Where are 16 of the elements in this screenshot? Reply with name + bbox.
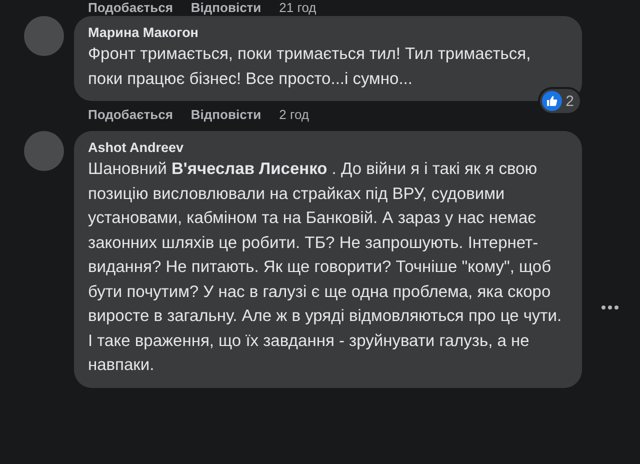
action-link[interactable]: Подобається [88,0,173,14]
timestamp: 2 год [279,106,309,122]
more-options-icon[interactable] [601,305,619,310]
like-icon [542,91,562,111]
action-link[interactable]: Відповісти [190,106,262,122]
comment-author[interactable]: Марина Макогон [88,25,568,40]
reaction-count: 2 [566,92,574,110]
comment-text: Шановний В'ячеслав Лисенко . До війни я і такі як я свою позицію висловлювали на страйках під ВРУ, судовими установами, кабміном та на Банковій. А зараз у нас немає законних шляхів це робити. ТБ? Не запрошують. Інтернет-видання? Не питають. Як ще говорити? Точніше "кому", щоб бути почутим? У нас в галузі є ще одна проблема, яка скоро виросте в загальну. Але ж в уряді відмовляються про це чути. І таке враження, що їх завдання - зруйнувати галузь, а не навпаки. [88,159,563,376]
reaction-badge[interactable]: 2 [540,89,580,113]
timestamp: 21 год [279,0,316,14]
action-link[interactable]: Подобається [88,106,173,122]
action-link[interactable]: Відповісти [190,0,262,14]
comment-text: Фронт тримається, поки тримається тил! Тил тримається, поки працює бізнес! Все просто...і сумно... [88,44,532,90]
avatar[interactable] [24,16,64,56]
comment-author[interactable]: Ashot Andreev [88,140,568,155]
avatar[interactable] [24,131,64,171]
